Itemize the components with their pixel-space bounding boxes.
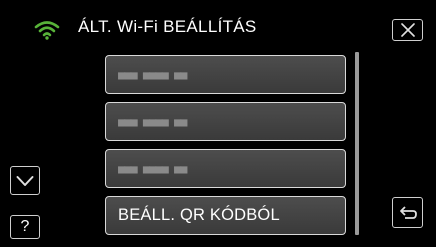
- help-button[interactable]: ?: [10, 215, 40, 239]
- chevron-down-icon: [16, 175, 34, 186]
- access-point-item-3[interactable]: ■■■ ■■■■ ■■: [105, 149, 346, 188]
- scroll-down-button[interactable]: [10, 166, 40, 195]
- back-arrow-icon: [399, 205, 417, 219]
- list-item-label: ■■■ ■■■■ ■■: [118, 67, 187, 82]
- close-button[interactable]: [392, 19, 423, 41]
- close-icon: [400, 23, 415, 37]
- list-item-label: BEÁLL. QR KÓDBÓL: [118, 206, 280, 224]
- back-button[interactable]: [392, 197, 423, 228]
- qr-code-setup-item[interactable]: BEÁLL. QR KÓDBÓL: [105, 196, 346, 235]
- access-point-item-1[interactable]: ■■■ ■■■■ ■■: [105, 55, 346, 94]
- page-title: ÁLT. Wi-Fi BEÁLLÍTÁS: [78, 17, 257, 36]
- wifi-icon: [34, 20, 60, 40]
- help-label: ?: [20, 218, 30, 235]
- list-item-label: ■■■ ■■■■ ■■: [118, 114, 187, 129]
- access-point-item-2[interactable]: ■■■ ■■■■ ■■: [105, 102, 346, 141]
- scrollbar[interactable]: [355, 52, 359, 235]
- list-item-label: ■■■ ■■■■ ■■: [118, 161, 187, 176]
